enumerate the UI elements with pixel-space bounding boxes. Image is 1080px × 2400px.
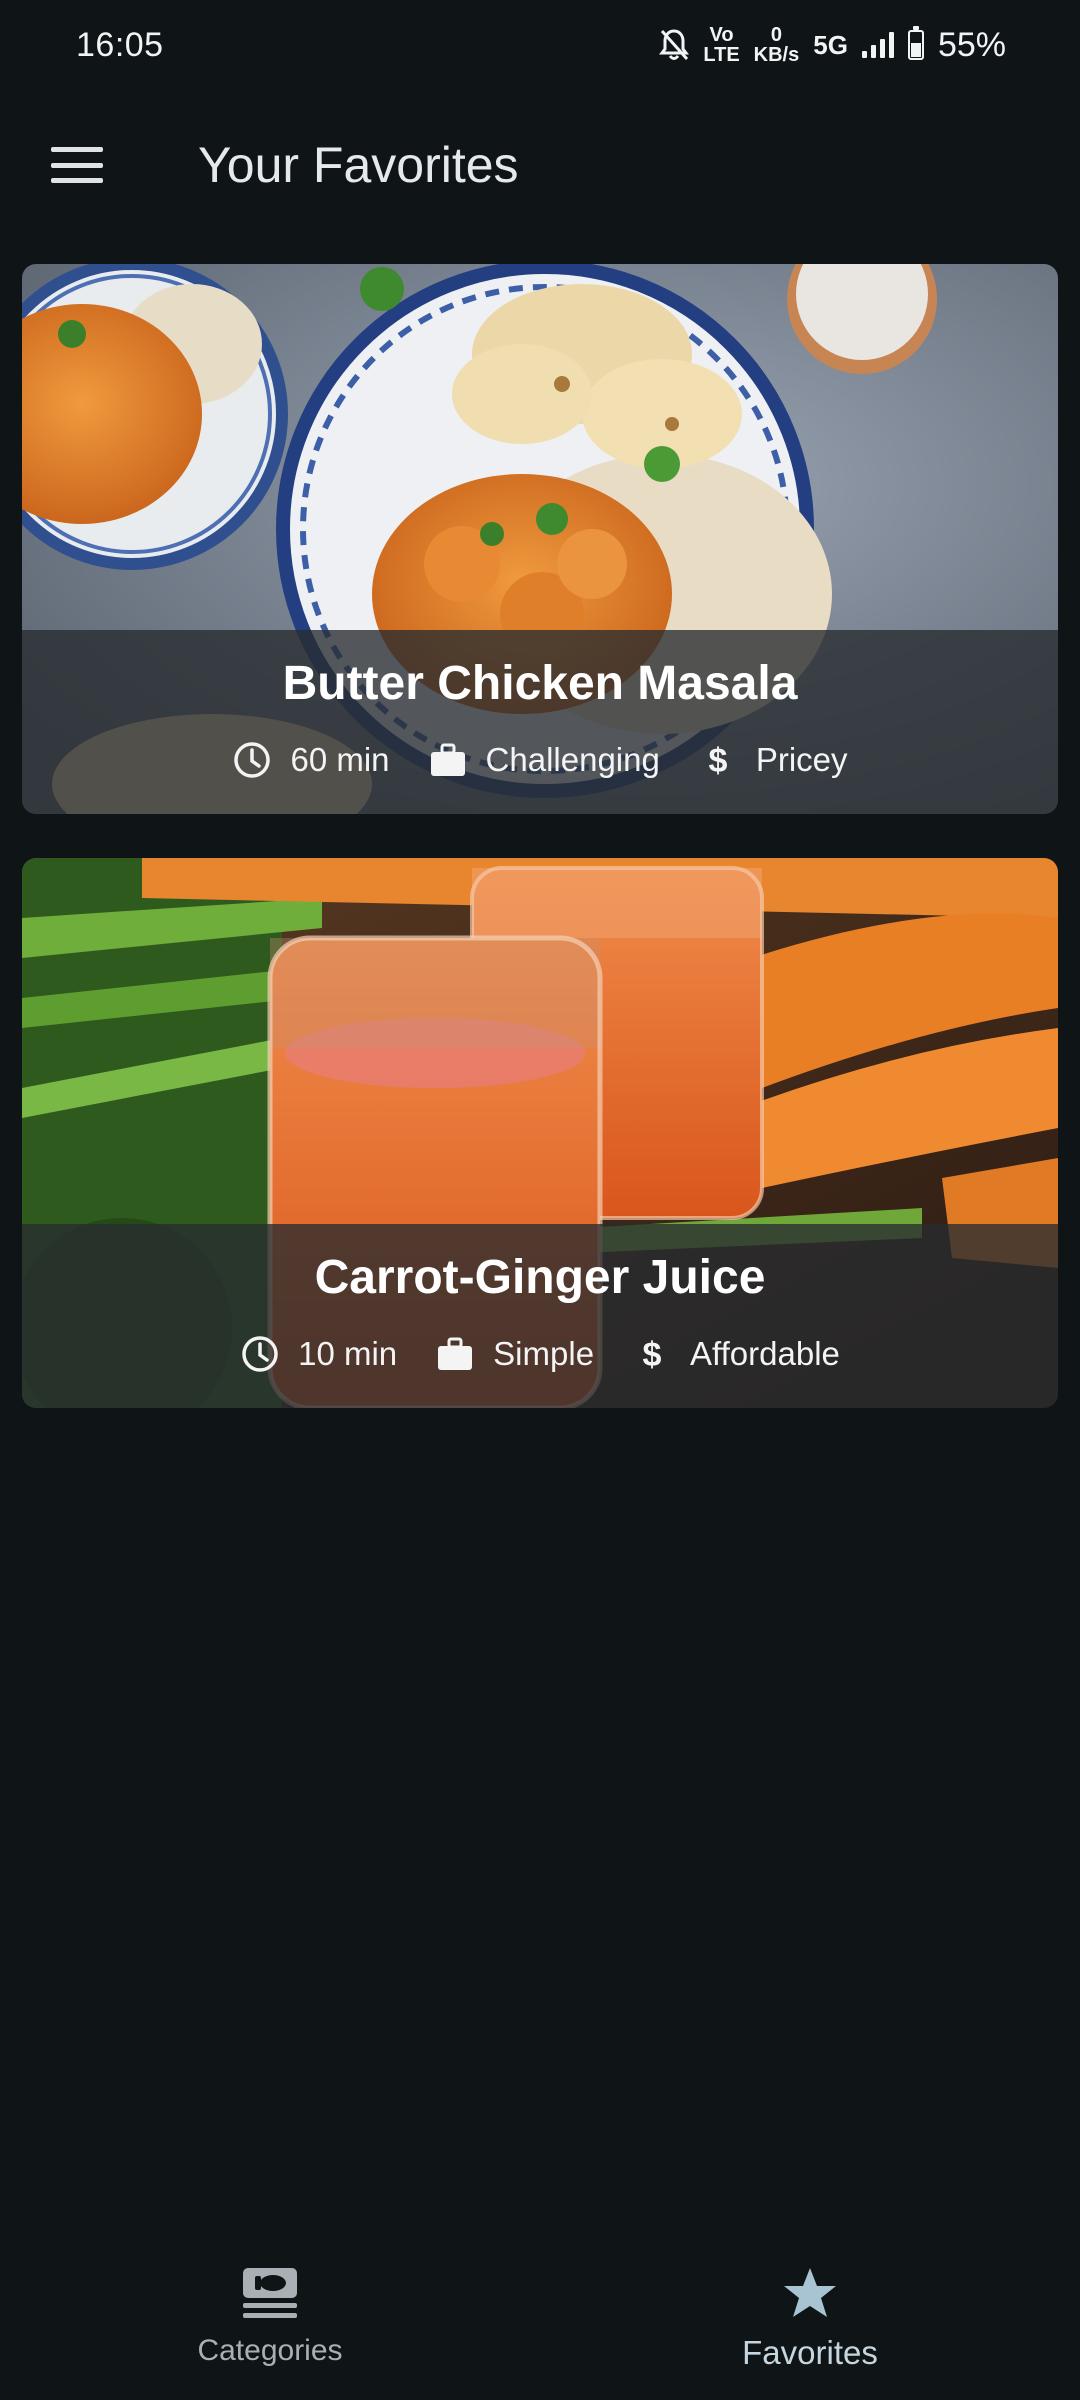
network-speed: 0 KB/s (754, 25, 800, 65)
briefcase-icon (438, 1337, 473, 1370)
status-bar: 16:05 Vo LTE 0 KB/s 5G 55% (0, 0, 1080, 90)
nav-label-favorites: Favorites (742, 2334, 878, 2371)
meal-info-overlay: Butter Chicken Masala 60 min Challenging (22, 630, 1058, 814)
hamburger-menu-icon (51, 147, 103, 183)
svg-text:$: $ (643, 1336, 662, 1374)
clock-icon (234, 742, 271, 778)
clock-icon (242, 1336, 278, 1372)
star-icon (784, 2268, 836, 2317)
volte-icon: Vo LTE (703, 25, 739, 65)
meal-complexity-text: Challenging (485, 741, 660, 778)
nav-label-categories: Categories (197, 2334, 343, 2367)
meal-affordability-text: Pricey (755, 741, 848, 778)
app-bar: Your Favorites (0, 110, 1080, 220)
network-speed-unit: KB/s (753, 44, 800, 66)
signal-icon (861, 32, 894, 58)
meal-meta: 10 min Simple $ Affordable (240, 1334, 840, 1374)
menu-button[interactable] (22, 110, 132, 220)
volte-top-text: Vo (709, 24, 734, 46)
svg-text:$: $ (708, 742, 727, 780)
meal-set-icon (243, 2268, 297, 2318)
meal-duration: 10 min (240, 1334, 397, 1374)
bottom-navigation: Categories Favorites (0, 2240, 1080, 2400)
volte-bottom-text: LTE (703, 44, 740, 66)
dollar-icon: $ (643, 1336, 662, 1374)
meal-complexity-text: Simple (493, 1335, 595, 1372)
meal-title: Carrot-Ginger Juice (314, 1251, 766, 1304)
meal-duration-text: 60 min (290, 741, 390, 778)
meal-list: Butter Chicken Masala 60 min Challenging (22, 264, 1058, 1452)
meal-card-butter-chicken[interactable]: Butter Chicken Masala 60 min Challenging (22, 264, 1058, 814)
meal-duration: 60 min (232, 740, 390, 780)
meal-info-overlay: Carrot-Ginger Juice 10 min Simple $ Affo… (22, 1224, 1058, 1408)
meal-title: Butter Chicken Masala (282, 657, 798, 710)
briefcase-icon (430, 743, 465, 776)
meal-meta: 60 min Challenging $ Pricey (232, 740, 848, 780)
status-icons: Vo LTE 0 KB/s 5G 55% (659, 25, 1006, 65)
meal-affordability-text: Affordable (690, 1335, 840, 1372)
status-time: 16:05 (76, 25, 164, 64)
nav-item-favorites[interactable]: Favorites (540, 2240, 1080, 2400)
meal-affordability: $ Affordable (632, 1334, 840, 1374)
mute-bell-icon (659, 29, 690, 60)
meal-complexity: Simple (435, 1334, 594, 1374)
nav-item-categories[interactable]: Categories (0, 2240, 540, 2400)
network-type: 5G (813, 29, 848, 60)
battery-percent: 55% (937, 25, 1006, 64)
meal-affordability: $ Pricey (698, 740, 848, 780)
network-speed-value: 0 (770, 24, 783, 46)
page-title: Your Favorites (198, 137, 519, 193)
meal-card-carrot-juice[interactable]: Carrot-Ginger Juice 10 min Simple $ Affo… (22, 858, 1058, 1408)
meal-duration-text: 10 min (298, 1335, 398, 1372)
battery-icon (907, 26, 924, 60)
dollar-icon: $ (708, 742, 727, 780)
meal-complexity: Challenging (428, 740, 660, 780)
